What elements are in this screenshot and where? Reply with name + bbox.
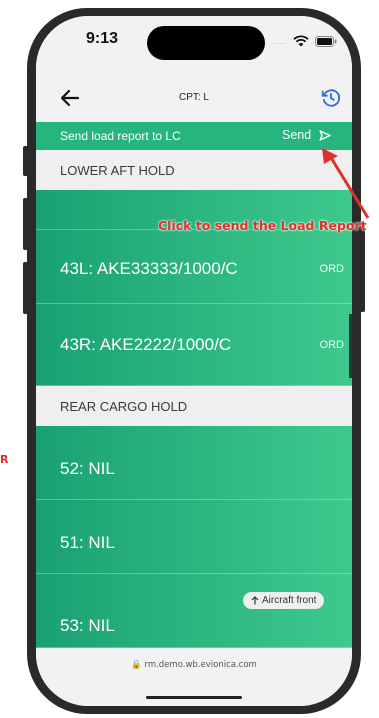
send-icon (319, 129, 331, 141)
status-time: 9:13 (86, 30, 119, 47)
drag-handle[interactable] (349, 314, 352, 378)
history-icon[interactable] (320, 87, 342, 109)
annotation-side-letter: R (0, 453, 9, 466)
list-item[interactable]: 52: NIL (36, 426, 352, 500)
battery-icon (314, 35, 337, 47)
list-item[interactable]: 43L: AKE33333/1000/C ORD (36, 230, 352, 304)
url-label: rm.demo.wb.evionica.com (144, 660, 257, 670)
status-bar: 9:13 .... (36, 16, 352, 76)
position-label: 52: NIL (60, 459, 115, 478)
arrow-up-icon (251, 596, 259, 605)
nav-bar: CPT: L (36, 78, 352, 120)
position-label: 51: NIL (60, 533, 115, 552)
status-icons: .... (274, 34, 337, 48)
destination-tag: ORD (319, 339, 344, 351)
browser-url-bar: 🔒 rm.demo.wb.evionica.com (36, 654, 352, 706)
position-label: 53: NIL (60, 616, 115, 635)
send-button-label: Send (282, 128, 312, 142)
section-header-rear-cargo-hold: REAR CARGO HOLD (36, 386, 352, 426)
position-label: 43R: AKE2222/1000/C (60, 335, 232, 354)
list-item[interactable]: 43R: AKE2222/1000/C ORD (36, 304, 352, 386)
signal-dots: .... (274, 36, 287, 46)
lock-icon: 🔒 (131, 660, 142, 670)
annotation-callout: Click to send the Load Report (158, 218, 367, 233)
url-text[interactable]: 🔒 rm.demo.wb.evionica.com (36, 660, 352, 670)
send-load-report-label: Send load report to LC (60, 129, 181, 143)
dynamic-island (147, 26, 265, 60)
position-label: 43L: AKE33333/1000/C (60, 259, 238, 278)
aircraft-front-label: Aircraft front (262, 595, 317, 606)
home-indicator (146, 696, 242, 699)
list-item[interactable]: 51: NIL (36, 500, 352, 574)
destination-tag: ORD (319, 263, 344, 275)
list-item[interactable]: 53: NIL Aircraft front (36, 574, 352, 648)
annotation-arrow-icon (322, 148, 370, 219)
send-load-report-bar: Send load report to LC Send (36, 122, 352, 150)
aircraft-front-badge: Aircraft front (243, 592, 325, 609)
wifi-icon (293, 35, 309, 47)
send-button[interactable]: Send (282, 128, 331, 142)
page-title: CPT: L (178, 92, 209, 103)
section-header-lower-aft-hold: LOWER AFT HOLD (36, 150, 352, 190)
phone-screen: 9:13 .... CPT: L Send load report to LC … (36, 16, 352, 706)
